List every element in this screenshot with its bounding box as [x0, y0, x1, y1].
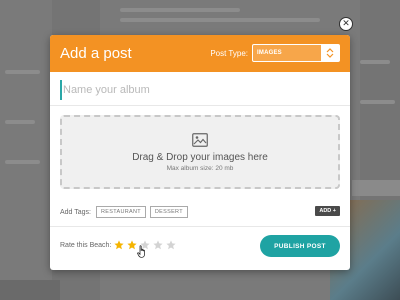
star-empty-icon[interactable]: [153, 240, 163, 250]
star-empty-icon[interactable]: [166, 240, 176, 250]
drop-zone-title: Drag & Drop your images here: [132, 151, 268, 163]
tag-dessert[interactable]: DESSERT: [149, 206, 188, 218]
add-tag-button[interactable]: ADD +: [315, 206, 340, 216]
updown-arrows-icon: [321, 45, 339, 61]
rating-row: Rate this Beach:: [60, 240, 179, 250]
post-type-select[interactable]: IMAGES: [252, 44, 340, 62]
add-post-modal: Add a post Post Type: IMAGES Drag & Dro: [50, 35, 350, 270]
background-text: [120, 8, 240, 12]
tags-row: Add Tags: RESTAURANT DESSERT ADD +: [60, 205, 340, 219]
close-button[interactable]: ✕: [339, 17, 353, 31]
divider: [50, 226, 350, 227]
close-icon: ✕: [342, 18, 350, 29]
album-name-input[interactable]: [60, 80, 340, 100]
post-type-value: IMAGES: [257, 50, 282, 56]
star-filled-icon[interactable]: [127, 240, 137, 250]
post-type-group: Post Type: IMAGES: [210, 44, 340, 62]
tags-label: Add Tags:: [60, 208, 92, 216]
background-sidebar: [0, 0, 52, 300]
background-text: [5, 120, 35, 124]
publish-post-button[interactable]: PUBLISH POST: [260, 235, 340, 257]
background-button: [352, 180, 400, 196]
post-type-label: Post Type:: [210, 48, 248, 58]
background-text: [120, 18, 320, 22]
background-text: [5, 70, 40, 74]
star-filled-icon[interactable]: [114, 240, 124, 250]
image-icon: [192, 132, 208, 147]
modal-header: Add a post Post Type: IMAGES: [50, 35, 350, 72]
image-drop-zone[interactable]: Drag & Drop your images here Max album s…: [60, 115, 340, 189]
divider: [50, 105, 350, 106]
rating-label: Rate this Beach:: [60, 241, 112, 249]
album-name-field-wrap: [60, 78, 340, 100]
background-photo: [0, 280, 60, 300]
modal-title: Add a post: [60, 45, 132, 62]
hand-cursor-icon: [137, 245, 145, 258]
tag-restaurant[interactable]: RESTAURANT: [96, 206, 146, 218]
background-text: [5, 160, 40, 164]
background-text: [360, 60, 390, 64]
drop-zone-subtitle: Max album size: 20 mb: [166, 164, 234, 172]
background-text: [360, 100, 395, 104]
